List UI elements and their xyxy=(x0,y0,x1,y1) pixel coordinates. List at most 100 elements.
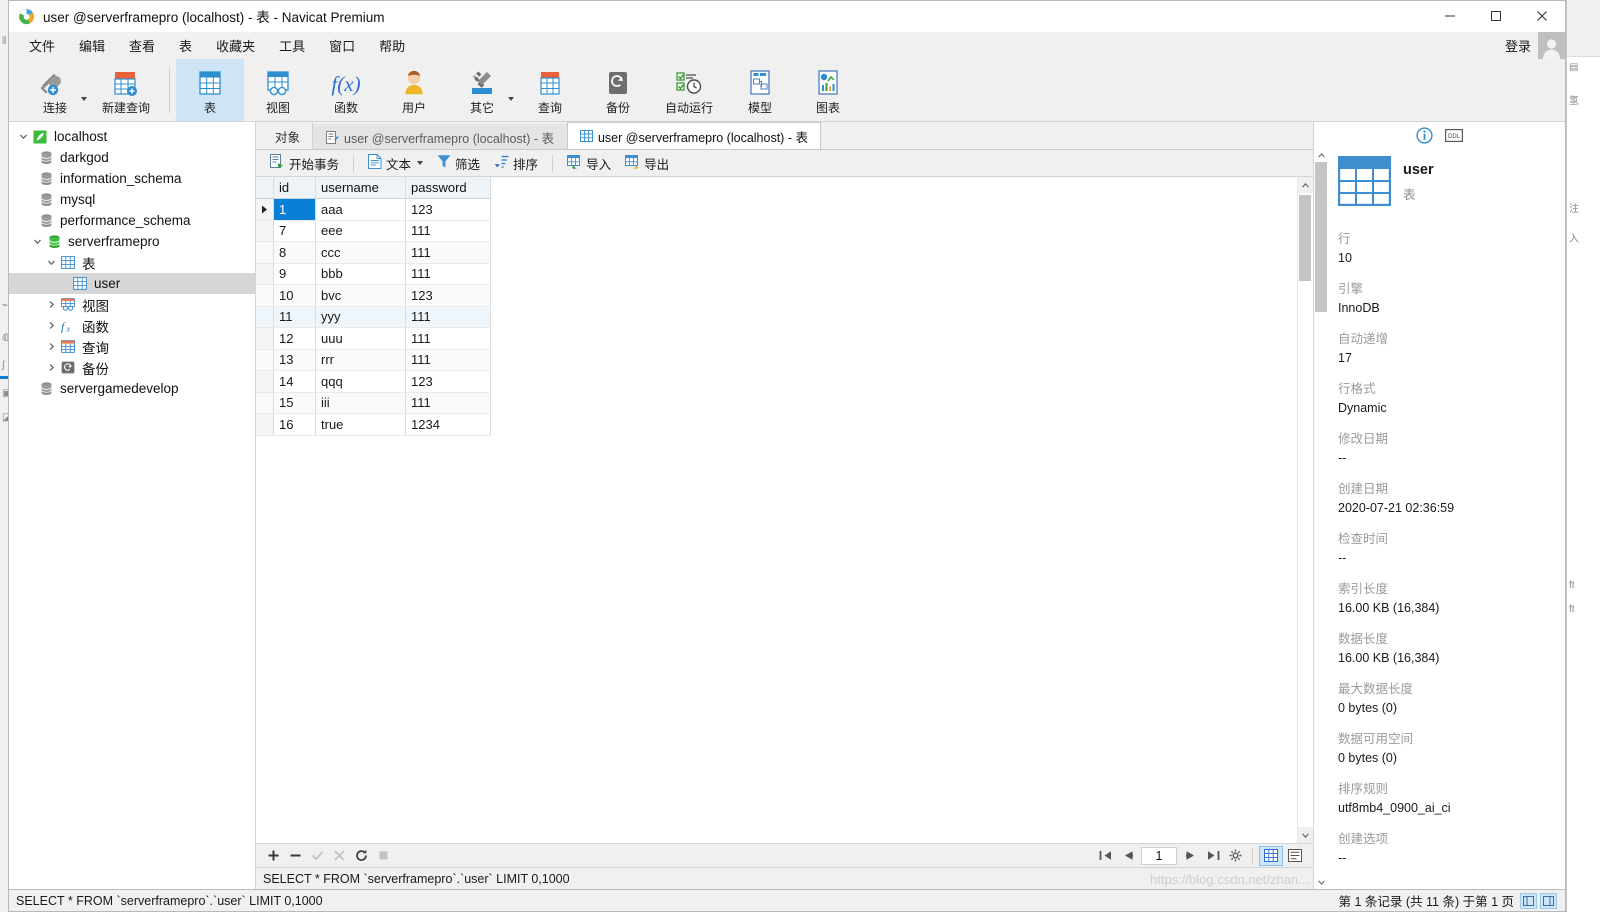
cell-password[interactable]: 111 xyxy=(405,263,491,285)
scroll-down-icon[interactable] xyxy=(1314,875,1328,889)
table-row[interactable]: 7 eee 111 xyxy=(256,220,491,242)
cell-password[interactable]: 1234 xyxy=(405,413,491,436)
cell-username[interactable]: iii xyxy=(315,392,406,414)
confirm-edit-icon[interactable] xyxy=(306,846,328,866)
cell-id[interactable]: 14 xyxy=(273,370,316,393)
cell-password[interactable]: 123 xyxy=(405,198,491,221)
cell-username[interactable]: ccc xyxy=(315,241,406,264)
table-row[interactable]: 12 uuu 111 xyxy=(256,327,491,350)
stop-icon[interactable] xyxy=(372,846,394,866)
chevron-down-icon[interactable] xyxy=(43,258,59,267)
cell-id[interactable]: 9 xyxy=(273,263,316,285)
maximize-icon[interactable] xyxy=(1473,1,1519,31)
info-icon[interactable] xyxy=(1416,126,1433,144)
table-row[interactable]: 14 qqq 123 xyxy=(256,370,491,393)
scroll-up-icon[interactable] xyxy=(1314,148,1328,162)
grid-vertical-scrollbar[interactable] xyxy=(1297,177,1314,843)
sidebar-item-darkgod[interactable]: darkgod xyxy=(9,147,255,168)
row-marker[interactable] xyxy=(256,306,274,328)
cell-password[interactable]: 111 xyxy=(405,306,491,328)
table-row[interactable]: 10 bvc 123 xyxy=(256,284,491,307)
table-row[interactable]: 16 true 1234 xyxy=(256,413,491,436)
login-link[interactable]: 登录 xyxy=(1505,36,1531,55)
column-header-username[interactable]: username xyxy=(315,177,406,199)
sidebar-item-user-table[interactable]: user xyxy=(9,273,255,294)
cell-username[interactable]: bvc xyxy=(315,284,406,307)
sidebar-item-mysql[interactable]: mysql xyxy=(9,189,255,210)
menu-table[interactable]: 表 xyxy=(167,33,204,58)
begin-transaction-button[interactable]: 开始事务 xyxy=(264,152,345,175)
table-row[interactable]: 11 yyy 111 xyxy=(256,306,491,328)
row-marker[interactable] xyxy=(256,241,274,264)
table-row[interactable]: 13 rrr 111 xyxy=(256,349,491,371)
cell-password[interactable]: 111 xyxy=(405,349,491,371)
toolbar-chart[interactable]: 图表 xyxy=(794,59,862,121)
cell-id[interactable]: 1 xyxy=(273,198,316,221)
sidebar-item-queries-folder[interactable]: 查询 xyxy=(9,336,255,357)
cancel-edit-icon[interactable] xyxy=(328,846,350,866)
toolbar-backup[interactable]: 备份 xyxy=(584,59,652,121)
scrollbar-track[interactable] xyxy=(1314,162,1328,875)
tab-table-design[interactable]: user @serverframepro (localhost) - 表 xyxy=(313,124,567,149)
chevron-down-icon[interactable] xyxy=(417,161,424,165)
chevron-right-icon[interactable] xyxy=(43,363,59,372)
row-marker[interactable] xyxy=(256,370,274,393)
sidebar-item-localhost[interactable]: localhost xyxy=(9,126,255,147)
cell-password[interactable]: 111 xyxy=(405,392,491,414)
cell-password[interactable]: 123 xyxy=(405,284,491,307)
sidebar-item-functions-folder[interactable]: fx 函数 xyxy=(9,315,255,336)
chevron-right-icon[interactable] xyxy=(43,342,59,351)
cell-password[interactable]: 111 xyxy=(405,241,491,264)
row-marker[interactable] xyxy=(256,284,274,307)
chevron-down-icon[interactable] xyxy=(81,97,87,101)
menu-edit[interactable]: 编辑 xyxy=(67,33,117,58)
export-button[interactable]: 导出 xyxy=(619,152,675,175)
menu-favorites[interactable]: 收藏夹 xyxy=(204,33,267,58)
cell-password[interactable]: 123 xyxy=(405,370,491,393)
cell-username[interactable]: yyy xyxy=(315,306,406,328)
row-marker[interactable] xyxy=(256,198,274,221)
cell-id[interactable]: 11 xyxy=(273,306,316,328)
table-row[interactable]: 9 bbb 111 xyxy=(256,263,491,285)
cell-id[interactable]: 8 xyxy=(273,241,316,264)
sidebar-item-serverframepro[interactable]: serverframepro xyxy=(9,231,255,252)
menu-tools[interactable]: 工具 xyxy=(267,33,317,58)
toolbar-connection[interactable]: 连接 xyxy=(21,59,89,121)
row-marker[interactable] xyxy=(256,263,274,285)
scrollbar-thumb[interactable] xyxy=(1298,195,1311,281)
scrollbar-track[interactable] xyxy=(1297,193,1314,827)
toolbar-model[interactable]: 模型 xyxy=(726,59,794,121)
ddl-icon[interactable]: DDL xyxy=(1445,128,1463,143)
add-record-icon[interactable] xyxy=(262,846,284,866)
table-row[interactable]: 1 aaa 123 xyxy=(256,198,491,221)
cell-username[interactable]: aaa xyxy=(315,198,406,221)
next-page-icon[interactable] xyxy=(1180,846,1202,866)
cell-username[interactable]: qqq xyxy=(315,370,406,393)
menu-window[interactable]: 窗口 xyxy=(317,33,367,58)
text-button[interactable]: 文本 xyxy=(362,152,429,175)
form-view-icon[interactable] xyxy=(1283,846,1307,866)
chevron-down-icon[interactable] xyxy=(15,132,31,141)
chevron-down-icon[interactable] xyxy=(29,237,45,246)
cell-id[interactable]: 13 xyxy=(273,349,316,371)
remove-record-icon[interactable] xyxy=(284,846,306,866)
grid-view-icon[interactable] xyxy=(1259,845,1283,866)
row-marker[interactable] xyxy=(256,349,274,371)
scroll-down-icon[interactable] xyxy=(1297,827,1314,843)
column-header-id[interactable]: id xyxy=(273,177,316,199)
data-grid[interactable]: id username password 1 aaa 123 7 eee 111… xyxy=(256,177,1313,843)
sidebar-item-tables-folder[interactable]: 表 xyxy=(9,252,255,273)
detail-view-icon[interactable] xyxy=(1540,892,1557,909)
row-marker[interactable] xyxy=(256,413,274,436)
toolbar-user[interactable]: 用户 xyxy=(380,59,448,121)
toolbar-function[interactable]: f(x) 函数 xyxy=(312,59,380,121)
column-header-password[interactable]: password xyxy=(405,177,491,199)
cell-username[interactable]: bbb xyxy=(315,263,406,285)
menu-help[interactable]: 帮助 xyxy=(367,33,417,58)
cell-password[interactable]: 111 xyxy=(405,220,491,242)
toolbar-view[interactable]: 视图 xyxy=(244,59,312,121)
minimize-icon[interactable] xyxy=(1427,1,1473,31)
chevron-down-icon[interactable] xyxy=(508,97,514,101)
refresh-icon[interactable] xyxy=(350,846,372,866)
info-panel-scrollbar[interactable] xyxy=(1314,148,1328,889)
